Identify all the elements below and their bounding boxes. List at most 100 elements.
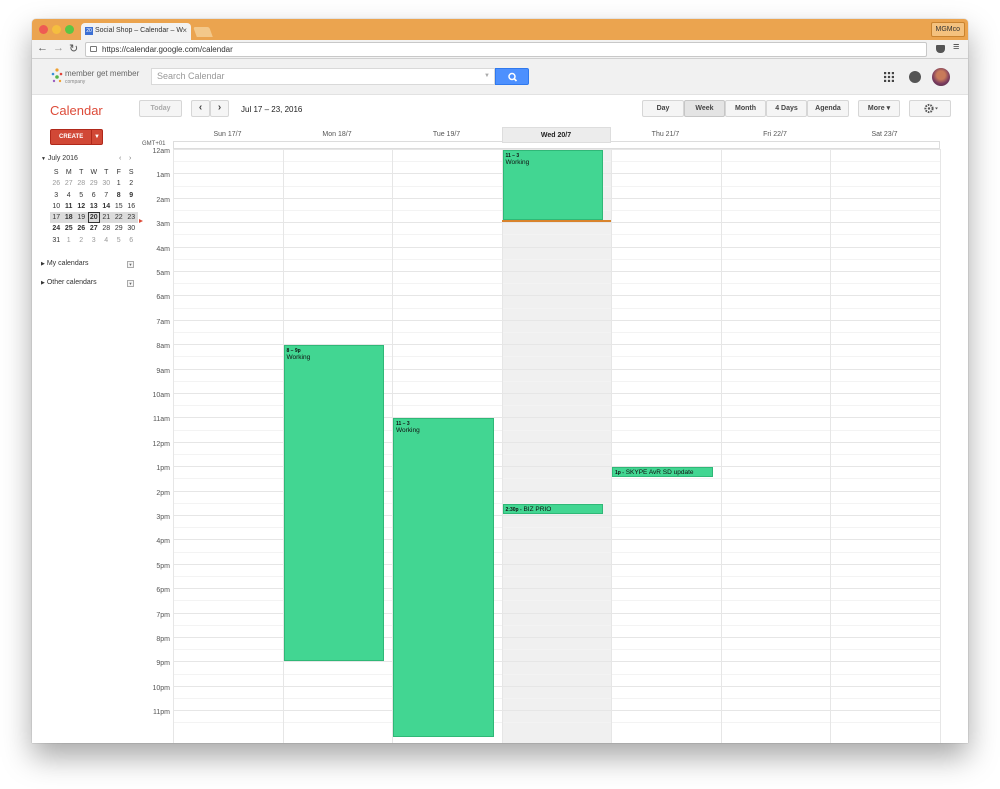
- mini-weekday-label: M: [65, 169, 72, 176]
- mini-calendar-today[interactable]: 20: [87, 212, 100, 224]
- calendar-event[interactable]: 11 – 3 Working: [502, 150, 603, 220]
- url-text: https://calendar.google.com/calendar: [102, 45, 233, 54]
- mini-calendar-day[interactable]: 13: [88, 201, 101, 212]
- view-month-button[interactable]: Month: [725, 100, 766, 117]
- profile-button[interactable]: MGMco: [930, 22, 965, 37]
- mini-calendar-day[interactable]: 4: [63, 190, 76, 201]
- view-agenda-button[interactable]: Agenda: [807, 100, 849, 117]
- mini-calendar-day[interactable]: 28: [100, 223, 113, 234]
- search-button[interactable]: [495, 68, 529, 85]
- mini-prev-month-icon[interactable]: ‹: [119, 155, 121, 162]
- day-header[interactable]: Tue 19/7: [392, 131, 501, 138]
- mini-calendar-day[interactable]: 27: [88, 223, 101, 234]
- view-week-button[interactable]: Week: [684, 100, 725, 117]
- calendar-event[interactable]: 2:30p - BIZ PRIO: [502, 503, 603, 514]
- browser-tab[interactable]: 20 Social Shop – Calendar – W ×: [81, 23, 191, 40]
- mini-calendar-day[interactable]: 22: [113, 212, 126, 223]
- back-arrow-icon[interactable]: ←: [37, 42, 48, 54]
- other-calendars-menu-icon[interactable]: ▼: [127, 280, 134, 287]
- day-header[interactable]: Wed 20/7: [501, 127, 611, 143]
- mini-calendar-day[interactable]: 30: [125, 223, 138, 234]
- mini-calendar-day[interactable]: 30: [100, 178, 113, 189]
- mini-calendar-weekdays: SMTWTFS: [50, 167, 138, 178]
- view-4days-button[interactable]: 4 Days: [766, 100, 807, 117]
- more-button[interactable]: More ▾: [858, 100, 900, 117]
- mini-calendar-week: 24 25 26 27 28 29 30: [50, 223, 138, 234]
- my-calendars-toggle[interactable]: ▶ My calendars: [41, 260, 88, 267]
- day-header[interactable]: Thu 21/7: [611, 131, 720, 138]
- view-day-button[interactable]: Day: [642, 100, 684, 117]
- maximize-window-icon[interactable]: [65, 25, 74, 34]
- mini-calendar-day[interactable]: 5: [113, 235, 126, 246]
- mini-calendar-day[interactable]: 3: [88, 235, 101, 246]
- mini-calendar-day[interactable]: 25: [63, 223, 76, 234]
- url-field[interactable]: https://calendar.google.com/calendar: [85, 42, 927, 57]
- mini-calendar-day[interactable]: 23: [125, 212, 138, 223]
- tab-close-icon[interactable]: ×: [182, 26, 187, 35]
- mini-calendar-day[interactable]: 11: [63, 201, 76, 212]
- create-button[interactable]: CREATE ▼: [50, 129, 103, 145]
- search-options-icon[interactable]: ▼: [484, 69, 490, 84]
- mini-calendar-day[interactable]: 16: [125, 201, 138, 212]
- hour-label: 12am: [152, 148, 170, 155]
- mini-calendar-day[interactable]: 12: [75, 201, 88, 212]
- mini-calendar-day[interactable]: 26: [50, 178, 63, 189]
- pocket-icon[interactable]: [936, 45, 945, 53]
- today-button[interactable]: Today: [139, 100, 182, 117]
- mini-calendar-month[interactable]: ▼ July 2016: [41, 155, 78, 162]
- browser-menu-icon[interactable]: ≡: [953, 41, 959, 53]
- previous-period-button[interactable]: ‹: [191, 100, 210, 117]
- new-tab-button[interactable]: [193, 27, 213, 37]
- other-calendars-toggle[interactable]: ▶ Other calendars: [41, 279, 97, 286]
- mini-calendar-day[interactable]: 19: [75, 212, 88, 223]
- mini-calendar-day[interactable]: 21: [100, 212, 113, 223]
- minimize-window-icon[interactable]: [52, 25, 61, 34]
- search-input[interactable]: Search Calendar ▼: [151, 68, 495, 85]
- next-period-button[interactable]: ›: [210, 100, 229, 117]
- calendar-event[interactable]: 1p - SKYPE AvR SD update: [612, 467, 713, 478]
- mini-calendar-day[interactable]: 17: [50, 212, 63, 223]
- mini-calendar-day[interactable]: 6: [88, 190, 101, 201]
- address-bar: ← → ↻ https://calendar.google.com/calend…: [32, 40, 968, 59]
- mini-calendar-day[interactable]: 14: [100, 201, 113, 212]
- day-header[interactable]: Sun 17/7: [173, 131, 282, 138]
- my-calendars-menu-icon[interactable]: ▼: [127, 261, 134, 268]
- create-dropdown-icon[interactable]: ▼: [94, 130, 100, 144]
- mini-calendar-day[interactable]: 4: [100, 235, 113, 246]
- mini-calendar-day[interactable]: 1: [63, 235, 76, 246]
- mini-calendar-day[interactable]: 3: [50, 190, 63, 201]
- mini-calendar-day[interactable]: 26: [75, 223, 88, 234]
- mini-calendar-day[interactable]: 29: [113, 223, 126, 234]
- mini-calendar-day[interactable]: 8: [113, 190, 126, 201]
- day-header[interactable]: Mon 18/7: [283, 131, 392, 138]
- settings-button[interactable]: [909, 100, 951, 117]
- apps-grid-icon[interactable]: [884, 72, 894, 82]
- mini-calendar-day[interactable]: 15: [113, 201, 126, 212]
- mini-calendar-day[interactable]: 18: [63, 212, 76, 223]
- mini-calendar-day[interactable]: 10: [50, 201, 63, 212]
- avatar[interactable]: [932, 68, 950, 86]
- mini-calendar-day[interactable]: 9: [125, 190, 138, 201]
- day-header[interactable]: Sat 23/7: [830, 131, 939, 138]
- reload-icon[interactable]: ↻: [69, 42, 78, 55]
- mini-calendar-day[interactable]: 2: [75, 235, 88, 246]
- mini-calendar-day[interactable]: 2: [125, 178, 138, 189]
- mini-calendar-day[interactable]: 27: [63, 178, 76, 189]
- mini-calendar-day[interactable]: 28: [75, 178, 88, 189]
- half-hour-gridline: [173, 722, 940, 724]
- mini-calendar-day[interactable]: 31: [50, 235, 63, 246]
- mini-calendar-day[interactable]: 24: [50, 223, 63, 234]
- notifications-icon[interactable]: [909, 71, 921, 83]
- mini-calendar-day[interactable]: 5: [75, 190, 88, 201]
- mini-calendar-day[interactable]: 29: [88, 178, 101, 189]
- mini-calendar-week: 3456789: [50, 190, 138, 201]
- close-window-icon[interactable]: [39, 25, 48, 34]
- mini-calendar-day[interactable]: 6: [125, 235, 138, 246]
- forward-arrow-icon[interactable]: →: [53, 42, 64, 54]
- mini-calendar-day[interactable]: 1: [113, 178, 126, 189]
- day-header[interactable]: Fri 22/7: [721, 131, 830, 138]
- calendar-event[interactable]: 8 – 9p Working: [283, 345, 384, 662]
- mini-next-month-icon[interactable]: ›: [129, 155, 131, 162]
- calendar-event[interactable]: 11 – 3 Working: [393, 418, 494, 738]
- mini-calendar-day[interactable]: 7: [100, 190, 113, 201]
